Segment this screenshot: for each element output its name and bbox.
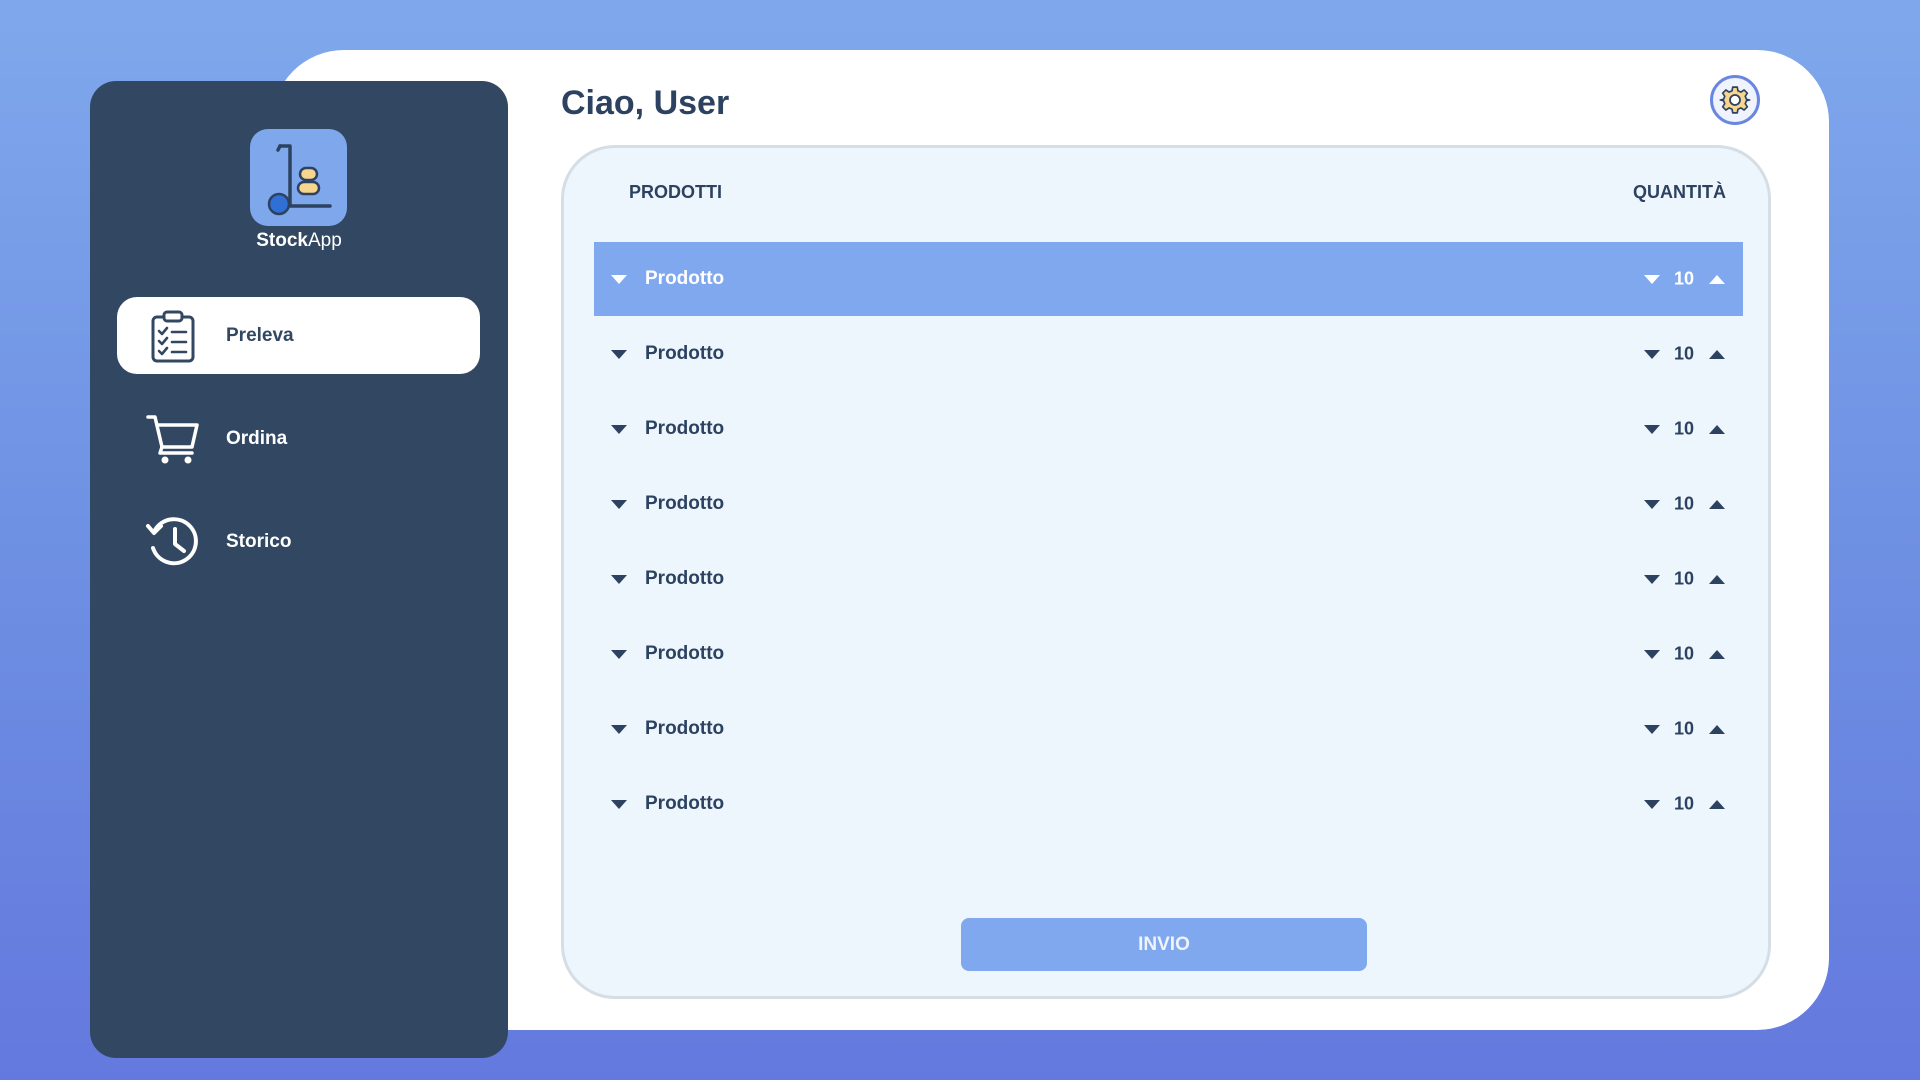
products-panel: PRODOTTI QUANTITÀ Prodotto 10 Prodotto 10 Pr… xyxy=(561,145,1771,999)
decrease-quantity-button[interactable] xyxy=(1643,270,1661,288)
increase-quantity-button[interactable] xyxy=(1708,270,1726,288)
sidebar: StockApp Preleva Ordina Storico xyxy=(90,81,508,1058)
sidebar-item-label: Ordina xyxy=(226,427,288,449)
clipboard-checklist-icon xyxy=(145,308,201,364)
product-name: Prodotto xyxy=(645,493,725,514)
table-row[interactable]: Prodotto 10 xyxy=(594,317,1743,391)
submit-button[interactable]: INVIO xyxy=(961,918,1367,971)
table-row[interactable]: Prodotto 10 xyxy=(594,542,1743,616)
expand-chevron-icon[interactable] xyxy=(610,345,628,363)
hand-truck-icon xyxy=(267,143,332,215)
table-row[interactable]: Prodotto 10 xyxy=(594,692,1743,766)
quantity-value: 10 xyxy=(1673,793,1695,814)
gear-icon xyxy=(1719,86,1751,114)
expand-chevron-icon[interactable] xyxy=(610,645,628,663)
increase-quantity-button[interactable] xyxy=(1708,420,1726,438)
sidebar-item-preleva[interactable]: Preleva xyxy=(117,297,480,374)
quantity-value: 10 xyxy=(1673,343,1695,364)
quantity-value: 10 xyxy=(1673,568,1695,589)
decrease-quantity-button[interactable] xyxy=(1643,720,1661,738)
quantity-value: 10 xyxy=(1673,268,1695,289)
quantity-value: 10 xyxy=(1673,718,1695,739)
expand-chevron-icon[interactable] xyxy=(610,720,628,738)
expand-chevron-icon[interactable] xyxy=(610,795,628,813)
expand-chevron-icon[interactable] xyxy=(610,570,628,588)
product-name: Prodotto xyxy=(645,643,725,664)
column-header-products: PRODOTTI xyxy=(629,182,722,202)
product-name: Prodotto xyxy=(645,793,725,814)
settings-button[interactable] xyxy=(1710,75,1760,125)
increase-quantity-button[interactable] xyxy=(1708,570,1726,588)
table-row[interactable]: Prodotto 10 xyxy=(594,767,1743,841)
app-logo xyxy=(250,129,347,226)
decrease-quantity-button[interactable] xyxy=(1643,345,1661,363)
sidebar-item-label: Storico xyxy=(226,530,292,552)
expand-chevron-icon[interactable] xyxy=(610,495,628,513)
product-name: Prodotto xyxy=(645,343,725,364)
increase-quantity-button[interactable] xyxy=(1708,720,1726,738)
sidebar-item-ordina[interactable]: Ordina xyxy=(117,400,480,477)
sidebar-item-label: Preleva xyxy=(226,324,294,346)
expand-chevron-icon[interactable] xyxy=(610,270,628,288)
product-name: Prodotto xyxy=(645,418,725,439)
increase-quantity-button[interactable] xyxy=(1708,795,1726,813)
product-name: Prodotto xyxy=(645,568,725,589)
column-header-quantity: QUANTITÀ xyxy=(1633,182,1726,202)
product-name: Prodotto xyxy=(645,718,725,739)
decrease-quantity-button[interactable] xyxy=(1643,795,1661,813)
shopping-cart-icon xyxy=(145,411,201,467)
increase-quantity-button[interactable] xyxy=(1708,495,1726,513)
page-title: Ciao, User xyxy=(561,84,730,122)
decrease-quantity-button[interactable] xyxy=(1643,645,1661,663)
table-row[interactable]: Prodotto 10 xyxy=(594,242,1743,316)
decrease-quantity-button[interactable] xyxy=(1643,420,1661,438)
quantity-value: 10 xyxy=(1673,643,1695,664)
expand-chevron-icon[interactable] xyxy=(610,420,628,438)
decrease-quantity-button[interactable] xyxy=(1643,570,1661,588)
sidebar-item-storico[interactable]: Storico xyxy=(117,503,480,580)
decrease-quantity-button[interactable] xyxy=(1643,495,1661,513)
table-row[interactable]: Prodotto 10 xyxy=(594,392,1743,466)
increase-quantity-button[interactable] xyxy=(1708,645,1726,663)
increase-quantity-button[interactable] xyxy=(1708,345,1726,363)
table-row[interactable]: Prodotto 10 xyxy=(594,617,1743,691)
history-clock-icon xyxy=(145,514,201,570)
product-name: Prodotto xyxy=(645,268,725,289)
table-row[interactable]: Prodotto 10 xyxy=(594,467,1743,541)
quantity-value: 10 xyxy=(1673,418,1695,439)
quantity-value: 10 xyxy=(1673,493,1695,514)
app-name: StockApp xyxy=(256,230,342,251)
